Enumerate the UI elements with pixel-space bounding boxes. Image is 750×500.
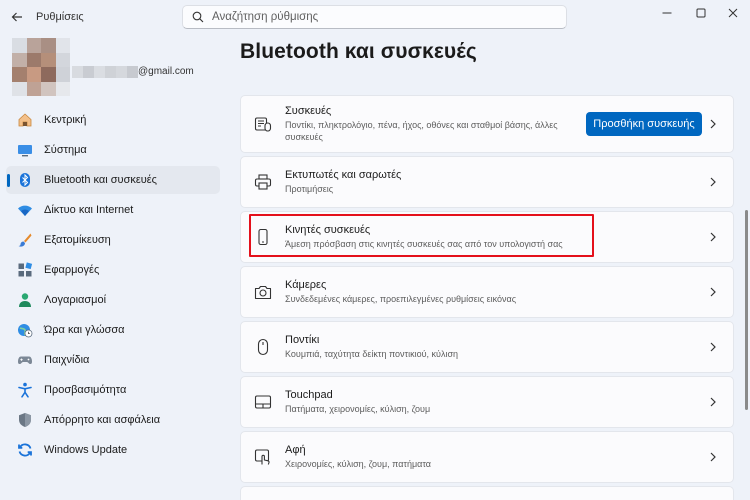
sidebar-nav: Κεντρική Σύστημα Bluetooth και συσκευές … xyxy=(6,106,220,466)
card-description: Προτιμήσεις xyxy=(285,184,334,194)
sidebar-item-label: Bluetooth και συσκευές xyxy=(44,174,157,186)
card-partial[interactable] xyxy=(240,486,734,500)
back-button[interactable] xyxy=(6,6,28,28)
sidebar-item-label: Σύστημα xyxy=(44,144,87,156)
chevron-right-icon xyxy=(707,118,719,130)
sidebar-item-bluetooth[interactable]: Bluetooth και συσκευές xyxy=(6,166,220,194)
page-title: Bluetooth και συσκευές xyxy=(240,40,477,63)
card-title: Κάμερες xyxy=(285,279,327,291)
sidebar-item-label: Κεντρική xyxy=(44,114,87,126)
sidebar-item-label: Δίκτυο και Internet xyxy=(44,204,134,216)
card-text: Εκτυπωτές και σαρωτές Προτιμήσεις xyxy=(285,169,575,195)
home-icon xyxy=(16,111,34,129)
monitor-icon xyxy=(16,141,34,159)
sidebar-item-privacy[interactable]: Απόρρητο και ασφάλεια xyxy=(6,406,220,434)
accessibility-icon xyxy=(16,381,34,399)
card-description: Κουμπιά, ταχύτητα δείκτη ποντικιού, κύλι… xyxy=(285,349,459,359)
sidebar-item-label: Ώρα και γλώσσα xyxy=(44,324,125,336)
sidebar-item-system[interactable]: Σύστημα xyxy=(6,136,220,164)
close-button[interactable] xyxy=(716,2,750,24)
search-icon xyxy=(192,11,204,23)
sidebar-item-time-language[interactable]: Ώρα και γλώσσα xyxy=(6,316,220,344)
minimize-icon xyxy=(662,12,672,14)
sidebar-item-windows-update[interactable]: Windows Update xyxy=(6,436,220,464)
sidebar-item-label: Εξατομίκευση xyxy=(44,234,111,246)
card-touch[interactable]: Αφή Χειρονομίες, κύλιση, ζουμ, πατήματα xyxy=(240,431,734,483)
account-email: @gmail.com xyxy=(138,66,194,77)
chevron-right-icon xyxy=(707,396,719,408)
sidebar-item-label: Παιχνίδια xyxy=(44,354,90,366)
settings-card-list: Συσκευές Ποντίκι, πληκτρολόγιο, πένα, ήχ… xyxy=(240,95,734,500)
card-text: Κάμερες Συνδεδεμένες κάμερες, προεπιλεγμ… xyxy=(285,279,575,305)
card-title: Εκτυπωτές και σαρωτές xyxy=(285,169,402,181)
card-printers-scanners[interactable]: Εκτυπωτές και σαρωτές Προτιμήσεις xyxy=(240,156,734,208)
highlight-annotation-box xyxy=(249,214,594,257)
devices-icon xyxy=(254,115,272,133)
sidebar-item-label: Εφαρμογές xyxy=(44,264,100,276)
add-device-button[interactable]: Προσθήκη συσκευής xyxy=(586,112,702,136)
touchpad-icon xyxy=(254,393,272,411)
app-title: Ρυθμίσεις xyxy=(36,11,84,23)
touch-icon xyxy=(254,448,272,466)
card-text: Touchpad Πατήματα, χειρονομίες, κύλιση, … xyxy=(285,389,575,415)
card-description: Συνδεδεμένες κάμερες, προεπιλεγμένες ρυθ… xyxy=(285,294,517,304)
search-input[interactable] xyxy=(212,11,542,23)
update-icon xyxy=(16,441,34,459)
minimize-button[interactable] xyxy=(650,2,684,24)
avatar[interactable] xyxy=(12,38,70,96)
globe-clock-icon xyxy=(16,321,34,339)
sidebar-item-home[interactable]: Κεντρική xyxy=(6,106,220,134)
card-mouse[interactable]: Ποντίκι Κουμπιά, ταχύτητα δείκτη ποντικι… xyxy=(240,321,734,373)
card-title: Συσκευές xyxy=(285,105,332,117)
card-cameras[interactable]: Κάμερες Συνδεδεμένες κάμερες, προεπιλεγμ… xyxy=(240,266,734,318)
sidebar-item-accessibility[interactable]: Προσβασιμότητα xyxy=(6,376,220,404)
account-name-blurred xyxy=(72,66,138,78)
printer-icon xyxy=(254,173,272,191)
card-title: Touchpad xyxy=(285,389,333,401)
sidebar-item-label: Λογαριασμοί xyxy=(44,294,107,306)
card-description: Χειρονομίες, κύλιση, ζουμ, πατήματα xyxy=(285,459,432,469)
person-icon xyxy=(16,291,34,309)
chevron-right-icon xyxy=(707,451,719,463)
chevron-right-icon xyxy=(707,231,719,243)
card-title: Αφή xyxy=(285,444,306,456)
close-icon xyxy=(728,8,738,18)
sidebar-item-label: Προσβασιμότητα xyxy=(44,384,127,396)
gamepad-icon xyxy=(16,351,34,369)
search-box[interactable] xyxy=(182,5,567,29)
card-description: Ποντίκι, πληκτρολόγιο, πένα, ήχος, οθόνε… xyxy=(285,120,558,142)
shield-icon xyxy=(16,411,34,429)
avatar-pixelated-image xyxy=(12,38,70,96)
card-devices[interactable]: Συσκευές Ποντίκι, πληκτρολόγιο, πένα, ήχ… xyxy=(240,95,734,153)
card-text: Ποντίκι Κουμπιά, ταχύτητα δείκτη ποντικι… xyxy=(285,334,575,360)
wifi-icon xyxy=(16,201,34,219)
sidebar-item-label: Απόρρητο και ασφάλεια xyxy=(44,414,161,426)
chevron-right-icon xyxy=(707,176,719,188)
camera-icon xyxy=(254,283,272,301)
back-arrow-icon xyxy=(11,12,22,22)
sidebar-item-accounts[interactable]: Λογαριασμοί xyxy=(6,286,220,314)
card-touchpad[interactable]: Touchpad Πατήματα, χειρονομίες, κύλιση, … xyxy=(240,376,734,428)
bluetooth-icon xyxy=(16,171,34,189)
mouse-icon xyxy=(254,338,272,356)
brush-icon xyxy=(16,231,34,249)
card-title: Ποντίκι xyxy=(285,334,320,346)
chevron-right-icon xyxy=(707,341,719,353)
scrollbar[interactable] xyxy=(745,210,748,410)
chevron-right-icon xyxy=(707,286,719,298)
card-text: Συσκευές Ποντίκι, πληκτρολόγιο, πένα, ήχ… xyxy=(285,105,575,143)
maximize-button[interactable] xyxy=(684,2,718,24)
apps-icon xyxy=(16,261,34,279)
card-text: Αφή Χειρονομίες, κύλιση, ζουμ, πατήματα xyxy=(285,444,575,470)
maximize-icon xyxy=(696,8,706,18)
card-description: Πατήματα, χειρονομίες, κύλιση, ζουμ xyxy=(285,404,431,414)
sidebar-item-personalization[interactable]: Εξατομίκευση xyxy=(6,226,220,254)
sidebar-item-network[interactable]: Δίκτυο και Internet xyxy=(6,196,220,224)
sidebar-item-apps[interactable]: Εφαρμογές xyxy=(6,256,220,284)
title-bar: Ρυθμίσεις xyxy=(0,0,750,34)
sidebar-item-label: Windows Update xyxy=(44,444,128,456)
sidebar-item-gaming[interactable]: Παιχνίδια xyxy=(6,346,220,374)
